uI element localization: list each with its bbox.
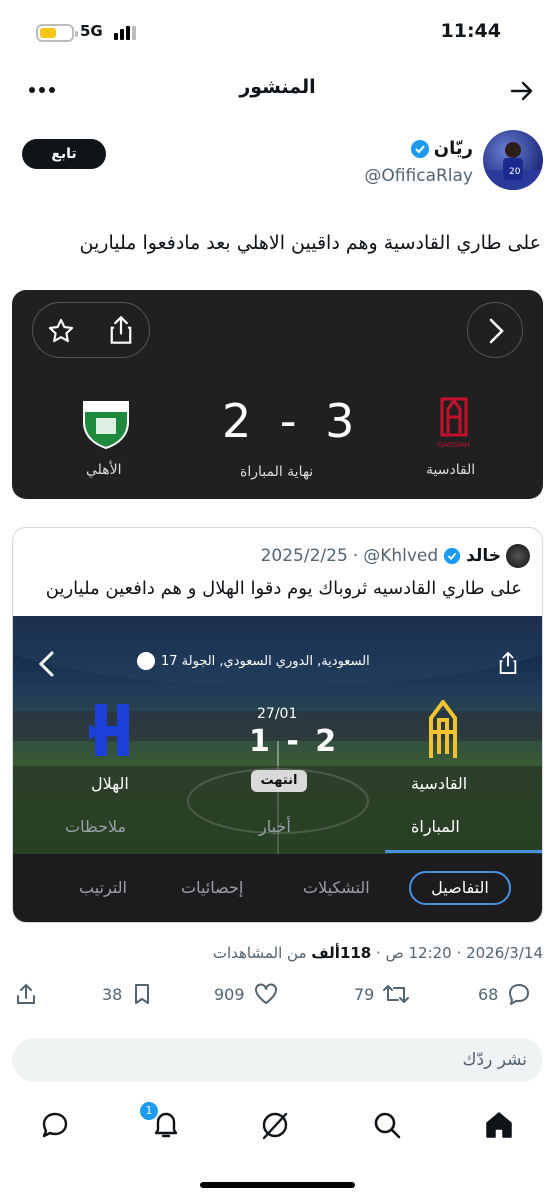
bookmark-count: 38 xyxy=(102,984,123,1004)
share-action[interactable] xyxy=(14,982,38,1006)
home-team-name: القادسية xyxy=(426,462,476,478)
match-status: نهاية المباراة xyxy=(240,464,314,480)
notification-badge: 1 xyxy=(140,1102,158,1120)
home-team-name: القادسية xyxy=(411,774,468,793)
league-text: السعودية, الدوري السعودي, الجولة 17 xyxy=(161,653,370,669)
tab-details[interactable]: التفاصيل xyxy=(409,871,511,905)
home-score: 2 xyxy=(315,724,337,759)
bottom-nav: 1 xyxy=(0,1100,555,1150)
meta-separator: · xyxy=(376,944,381,962)
verified-badge-icon xyxy=(410,139,430,159)
home-logo-text: GADSIAH xyxy=(437,441,471,449)
like-action[interactable]: 909 xyxy=(214,982,279,1006)
match-score: 2 - 3 xyxy=(222,394,356,448)
league-label: السعودية, الدوري السعودي, الجولة 17 xyxy=(137,652,370,670)
views-count: 118ألف xyxy=(311,944,371,962)
home-team-logo xyxy=(423,700,463,760)
tweet-meta: 2026/3/14 · 12:20 ص · 118ألف من المشاهدا… xyxy=(213,944,543,962)
tab-lineups[interactable]: التشكيلات xyxy=(303,878,370,897)
author-name-text: ريّان xyxy=(433,138,473,159)
search-icon[interactable] xyxy=(372,1110,402,1140)
reply-count: 68 xyxy=(478,984,499,1004)
home-score: 3 xyxy=(325,394,357,448)
away-team-logo xyxy=(78,394,134,450)
match-image: السعودية, الدوري السعودي, الجولة 17 27/0… xyxy=(13,616,542,854)
score-separator: - xyxy=(279,394,299,448)
match-card[interactable]: GADSIAH القادسية الأهلي 2 - 3 نهاية المب… xyxy=(12,290,543,499)
views-label: من المشاهدات xyxy=(212,944,307,962)
top-bar: المنشور xyxy=(0,70,555,110)
grok-icon[interactable] xyxy=(260,1110,290,1140)
like-count: 909 xyxy=(214,984,245,1004)
away-team-name: الهلال xyxy=(91,774,129,793)
reply-action[interactable]: 68 xyxy=(478,982,532,1006)
share-icon[interactable] xyxy=(497,650,519,676)
quoted-date: 2025/2/25 xyxy=(260,546,348,566)
author-handle[interactable]: @OfificaRlay xyxy=(364,166,473,186)
tweet-text: على طاري القادسية وهم داقيين الاهلي بعد … xyxy=(79,232,541,254)
svg-text:20: 20 xyxy=(509,167,521,177)
quoted-handle: @Khlved xyxy=(363,546,439,566)
away-team-name: الأهلي xyxy=(86,462,122,478)
retweet-action[interactable]: 79 xyxy=(354,982,410,1006)
status-time: 11:44 xyxy=(440,20,501,42)
league-logo-icon xyxy=(137,652,155,670)
retweet-count: 79 xyxy=(354,984,375,1004)
match-date: 27/01 xyxy=(257,706,298,722)
quoted-avatar xyxy=(506,544,530,568)
quoted-separator: · xyxy=(352,546,359,566)
chevron-left-icon[interactable] xyxy=(37,650,57,678)
bookmark-action[interactable]: 38 xyxy=(102,982,154,1006)
share-icon[interactable] xyxy=(107,315,135,345)
battery-icon xyxy=(36,24,78,42)
signal-bars-icon xyxy=(114,22,138,40)
subtab-news[interactable]: أخبار xyxy=(259,817,291,836)
subtab-active-indicator xyxy=(385,850,542,853)
verified-badge-icon xyxy=(443,547,461,565)
tweet-time: 12:20 ص xyxy=(385,944,452,962)
page-title: المنشور xyxy=(239,76,316,98)
home-indicator xyxy=(200,1182,355,1188)
quoted-score: 1 - 2 xyxy=(249,724,336,759)
away-score: 1 xyxy=(249,724,270,759)
chevron-right-icon[interactable] xyxy=(467,302,523,358)
quoted-header: 2025/2/25 · @Khlved خالد xyxy=(261,544,530,568)
heart-icon xyxy=(253,982,279,1006)
retweet-icon xyxy=(382,982,410,1006)
arrow-right-icon[interactable] xyxy=(509,78,535,104)
author-name[interactable]: ريّان xyxy=(410,138,473,159)
notifications-icon[interactable]: 1 xyxy=(140,1102,182,1140)
score-separator: - xyxy=(286,724,299,759)
card-actions-pill xyxy=(32,302,150,358)
share-icon xyxy=(14,982,38,1006)
meta-separator: · xyxy=(456,944,462,962)
tab-standings[interactable]: الترتيب xyxy=(79,878,127,897)
home-icon[interactable] xyxy=(484,1110,514,1140)
details-tabs: التفاصيل التشكيلات إحصائيات الترتيب xyxy=(13,854,542,922)
follow-button[interactable]: تابع xyxy=(22,139,106,169)
network-type: 5G xyxy=(80,22,103,40)
quoted-text: على طاري القادسيه ثروباك يوم دقوا الهلال… xyxy=(45,578,522,599)
quoted-tweet[interactable]: 2025/2/25 · @Khlved خالد على طاري القادس… xyxy=(12,527,543,923)
tweet-date: 2026/3/14 xyxy=(466,944,543,962)
tab-stats[interactable]: إحصائيات xyxy=(181,878,243,897)
reply-input[interactable]: نشر ردّك xyxy=(12,1038,543,1082)
status-bar: 5G 11:44 xyxy=(0,0,555,60)
subtab-match[interactable]: المباراة xyxy=(411,817,460,836)
avatar[interactable]: 20 xyxy=(483,130,543,190)
tweet-actions: 38 909 79 68 xyxy=(0,982,555,1016)
star-icon[interactable] xyxy=(47,317,75,345)
views-unit: ألف xyxy=(311,944,340,962)
reply-icon xyxy=(506,982,532,1006)
home-team-logo: GADSIAH xyxy=(432,395,476,453)
messages-icon[interactable] xyxy=(40,1110,70,1140)
subtab-notes[interactable]: ملاحظات xyxy=(65,817,126,836)
away-score: 2 xyxy=(222,394,254,448)
away-team-logo xyxy=(85,698,141,762)
views-number: 118 xyxy=(339,944,372,962)
match-status-badge: انتهت xyxy=(251,770,307,792)
bookmark-icon xyxy=(130,982,154,1006)
quoted-name: خالد xyxy=(466,546,501,566)
